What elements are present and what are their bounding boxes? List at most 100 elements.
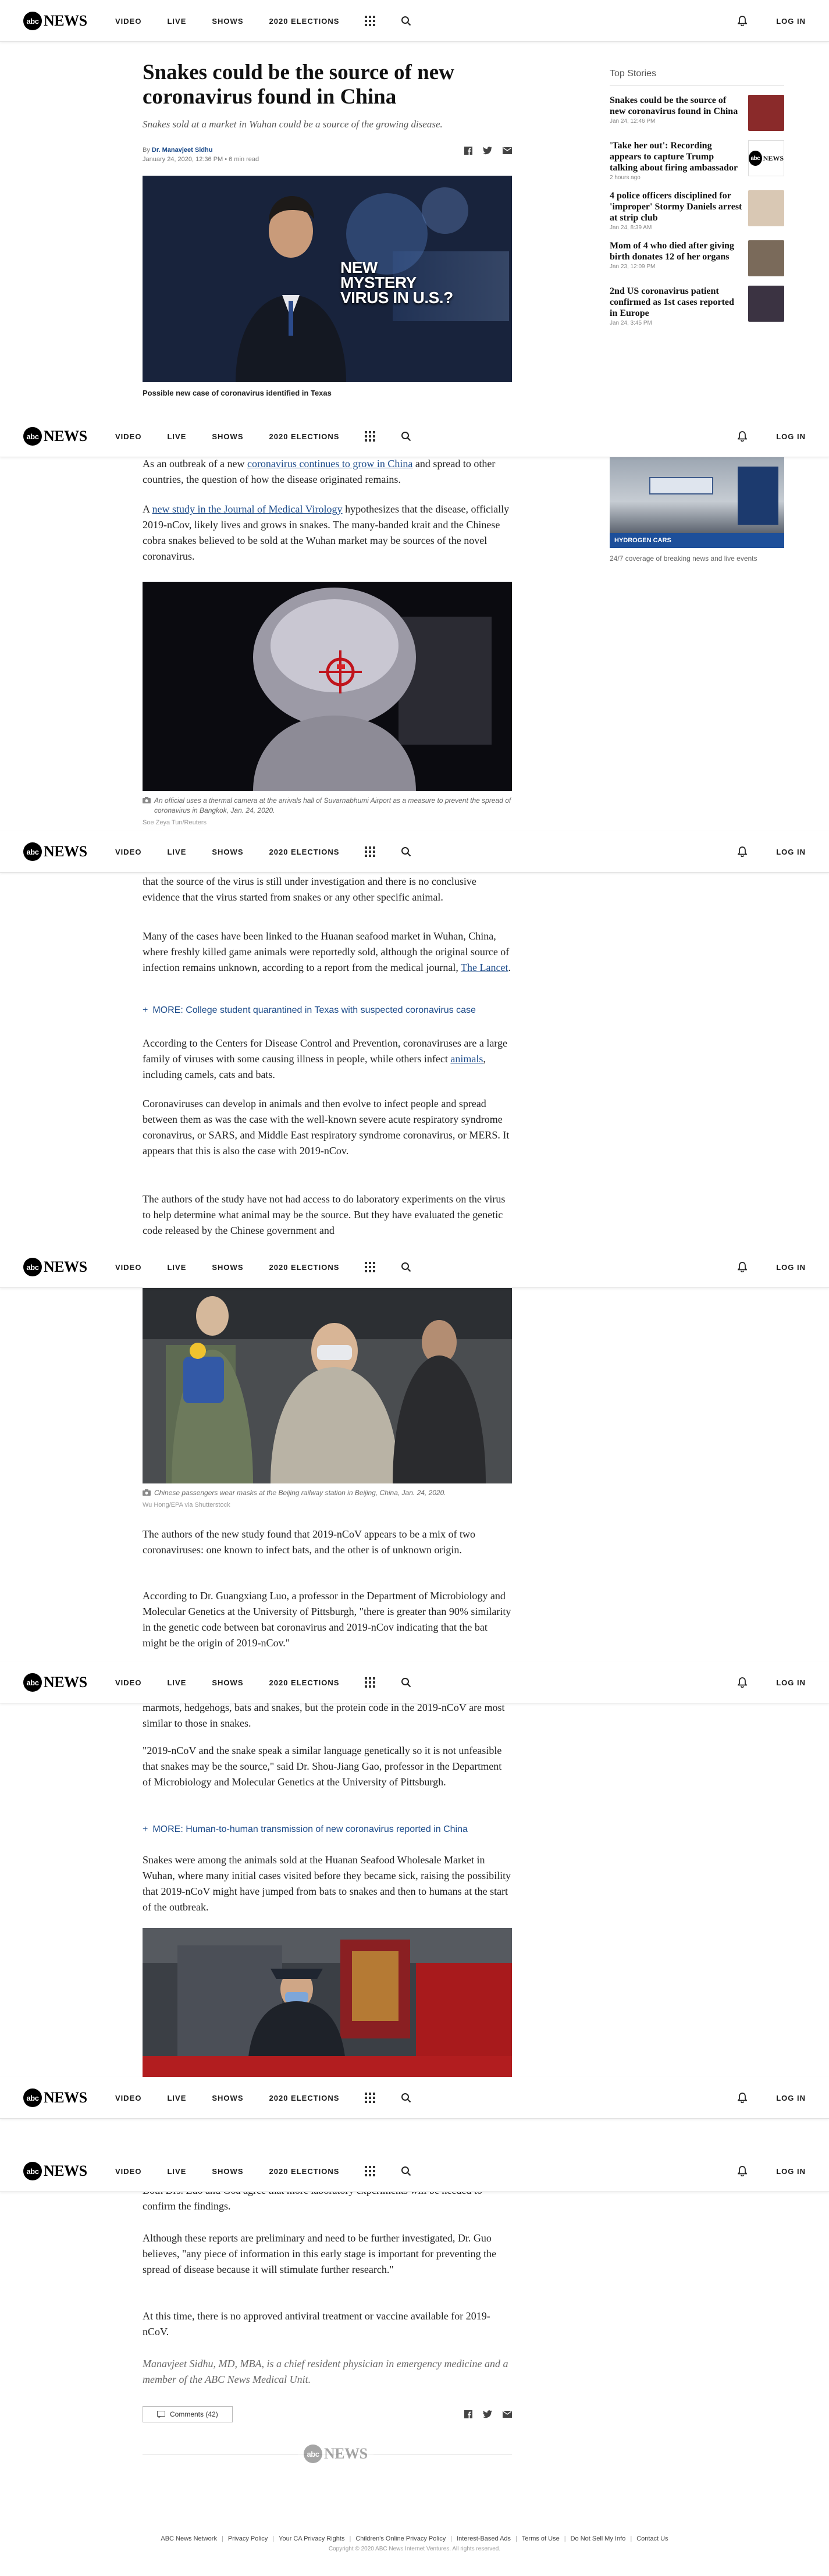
live-promo[interactable]: HYDROGEN CARS 24/7 coverage of breaking …	[610, 455, 784, 564]
nav-link[interactable]: SHOWS	[212, 2167, 243, 2176]
footer-link[interactable]: Your CA Privacy Rights	[279, 2535, 344, 2542]
top-story-title[interactable]: Mom of 4 who died after giving birth don…	[610, 240, 743, 262]
abc-news-logo[interactable]: abc NEWS	[23, 2088, 87, 2107]
hero-video[interactable]: NEW MYSTERY VIRUS IN U.S.?	[143, 176, 512, 382]
grid-menu-icon[interactable]	[365, 2166, 376, 2176]
grid-menu-icon[interactable]	[365, 16, 376, 26]
inline-link[interactable]: The Lancet	[461, 962, 508, 973]
nav-link[interactable]: SHOWS	[212, 17, 243, 26]
facebook-icon[interactable]	[464, 147, 472, 155]
top-story-title[interactable]: 4 police officers disciplined for 'impro…	[610, 190, 743, 223]
comments-button[interactable]: Comments (42)	[143, 2406, 233, 2422]
search-icon[interactable]	[401, 16, 411, 26]
bell-icon[interactable]	[738, 2166, 748, 2176]
grid-menu-icon[interactable]	[365, 846, 376, 857]
nav-link[interactable]: VIDEO	[115, 1678, 141, 1687]
bell-icon[interactable]	[738, 16, 748, 26]
grid-menu-icon[interactable]	[365, 2093, 376, 2103]
top-story-thumbnail[interactable]: abc NEWS	[748, 140, 784, 176]
nav-link[interactable]: VIDEO	[115, 848, 141, 856]
more-link-2-text[interactable]: MORE: Human-to-human transmission of new…	[152, 1824, 468, 1835]
top-story-item[interactable]: Snakes could be the source of new corona…	[610, 95, 784, 131]
top-story-thumbnail[interactable]	[748, 286, 784, 322]
grid-menu-icon[interactable]	[365, 1677, 376, 1688]
footer-link[interactable]: Terms of Use	[522, 2535, 560, 2542]
abc-news-logo[interactable]: abc NEWS	[23, 842, 87, 861]
search-icon[interactable]	[401, 846, 411, 857]
nav-link[interactable]: VIDEO	[115, 2094, 141, 2102]
nav-link[interactable]: 2020 ELECTIONS	[269, 1678, 340, 1687]
search-icon[interactable]	[401, 2093, 411, 2103]
inline-link[interactable]: coronavirus continues to grow in China	[247, 458, 412, 469]
abc-news-logo[interactable]: abc NEWS	[23, 1673, 87, 1692]
nav-link[interactable]: VIDEO	[115, 2167, 141, 2176]
nav-link[interactable]: LIVE	[167, 848, 186, 856]
email-icon[interactable]	[503, 2411, 512, 2418]
nav-link[interactable]: VIDEO	[115, 1263, 141, 1272]
login-link[interactable]: LOG IN	[776, 2167, 806, 2176]
inline-link[interactable]: animals	[450, 1053, 483, 1065]
top-story-title[interactable]: Snakes could be the source of new corona…	[610, 95, 743, 117]
footer-link[interactable]: Do Not Sell My Info	[571, 2535, 626, 2542]
inline-link[interactable]: new study in the Journal of Medical Viro…	[152, 503, 343, 515]
top-story-thumbnail[interactable]	[748, 240, 784, 276]
nav-link[interactable]: SHOWS	[212, 432, 243, 441]
footer-link[interactable]: Children's Online Privacy Policy	[355, 2535, 446, 2542]
twitter-icon[interactable]	[483, 2410, 492, 2418]
search-icon[interactable]	[401, 431, 411, 442]
search-icon[interactable]	[401, 1262, 411, 1272]
search-icon[interactable]	[401, 1677, 411, 1688]
top-story-title[interactable]: 'Take her out': Recording appears to cap…	[610, 140, 743, 173]
nav-link[interactable]: VIDEO	[115, 17, 141, 26]
more-link-1[interactable]: + MORE: College student quarantined in Te…	[143, 1005, 512, 1016]
nav-link[interactable]: SHOWS	[212, 2094, 243, 2102]
nav-link[interactable]: VIDEO	[115, 432, 141, 441]
email-icon[interactable]	[503, 147, 512, 154]
nav-link[interactable]: 2020 ELECTIONS	[269, 2094, 340, 2102]
nav-link[interactable]: 2020 ELECTIONS	[269, 848, 340, 856]
top-story-thumbnail[interactable]	[748, 190, 784, 226]
nav-link[interactable]: 2020 ELECTIONS	[269, 1263, 340, 1272]
nav-link[interactable]: LIVE	[167, 2167, 186, 2176]
nav-link[interactable]: LIVE	[167, 1678, 186, 1687]
nav-link[interactable]: SHOWS	[212, 1678, 243, 1687]
footer-link[interactable]: Privacy Policy	[228, 2535, 268, 2542]
top-story-item[interactable]: 'Take her out': Recording appears to cap…	[610, 140, 784, 181]
top-story-item[interactable]: Mom of 4 who died after giving birth don…	[610, 240, 784, 276]
footer-logo[interactable]: abc NEWS	[298, 2445, 373, 2463]
facebook-icon[interactable]	[464, 2410, 472, 2418]
more-link-1-text[interactable]: MORE: College student quarantined in Tex…	[152, 1005, 476, 1016]
twitter-icon[interactable]	[483, 147, 492, 155]
more-link-2[interactable]: + MORE: Human-to-human transmission of ne…	[143, 1824, 512, 1835]
login-link[interactable]: LOG IN	[776, 1678, 806, 1687]
grid-menu-icon[interactable]	[365, 431, 376, 442]
abc-news-logo[interactable]: abc NEWS	[23, 2162, 87, 2180]
bell-icon[interactable]	[738, 1262, 748, 1272]
login-link[interactable]: LOG IN	[776, 848, 806, 856]
login-link[interactable]: LOG IN	[776, 2094, 806, 2102]
grid-menu-icon[interactable]	[365, 1262, 376, 1272]
nav-link[interactable]: LIVE	[167, 432, 186, 441]
top-story-item[interactable]: 4 police officers disciplined for 'impro…	[610, 190, 784, 231]
top-story-title[interactable]: 2nd US coronavirus patient confirmed as …	[610, 286, 743, 319]
bell-icon[interactable]	[738, 2093, 748, 2103]
nav-link[interactable]: 2020 ELECTIONS	[269, 17, 340, 26]
nav-link[interactable]: SHOWS	[212, 848, 243, 856]
footer-link[interactable]: Interest-Based Ads	[457, 2535, 511, 2542]
abc-news-logo[interactable]: abc NEWS	[23, 427, 87, 446]
abc-news-logo[interactable]: abc NEWS	[23, 12, 87, 30]
nav-link[interactable]: LIVE	[167, 1263, 186, 1272]
login-link[interactable]: LOG IN	[776, 432, 806, 441]
live-thumbnail[interactable]: HYDROGEN CARS	[610, 455, 784, 548]
nav-link[interactable]: 2020 ELECTIONS	[269, 432, 340, 441]
bell-icon[interactable]	[738, 1677, 748, 1688]
bell-icon[interactable]	[738, 431, 748, 442]
nav-link[interactable]: 2020 ELECTIONS	[269, 2167, 340, 2176]
login-link[interactable]: LOG IN	[776, 17, 806, 26]
login-link[interactable]: LOG IN	[776, 1263, 806, 1272]
top-story-thumbnail[interactable]	[748, 95, 784, 131]
bell-icon[interactable]	[738, 846, 748, 857]
nav-link[interactable]: LIVE	[167, 2094, 186, 2102]
abc-news-logo[interactable]: abc NEWS	[23, 1258, 87, 1276]
footer-link[interactable]: Contact Us	[636, 2535, 668, 2542]
